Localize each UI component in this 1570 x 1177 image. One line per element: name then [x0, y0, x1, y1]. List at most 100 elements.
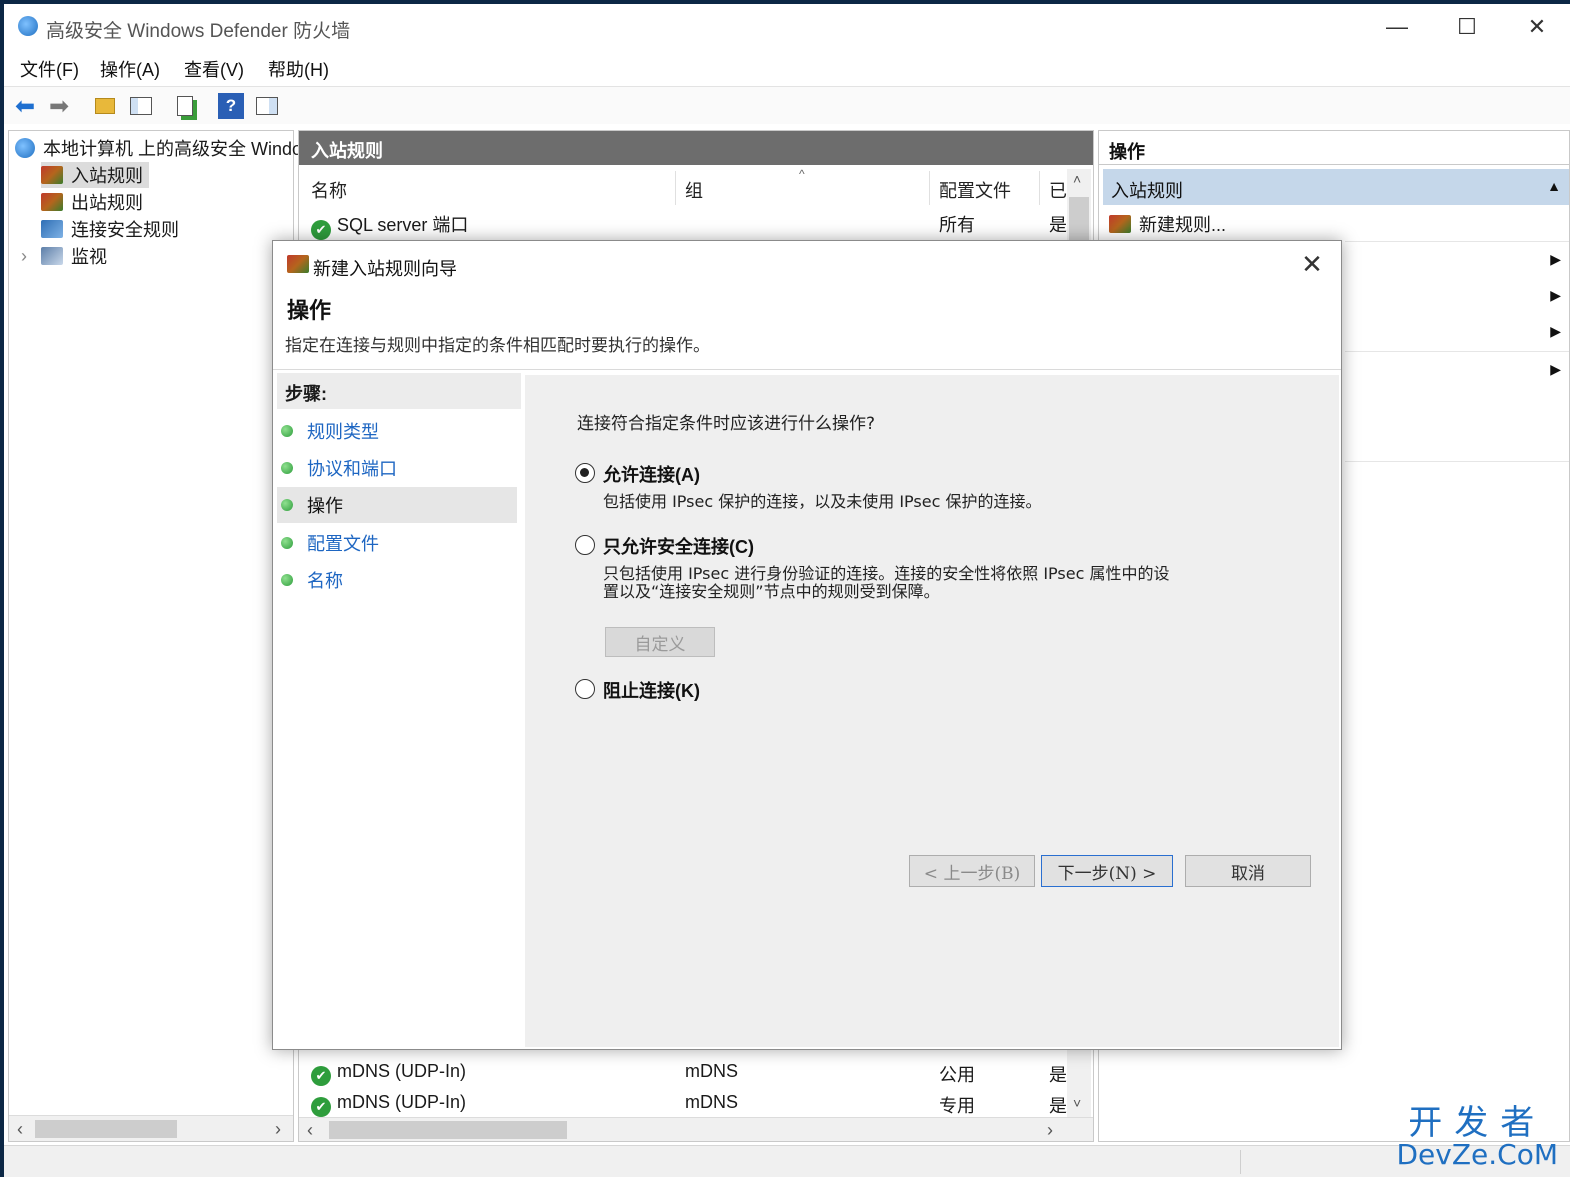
connection-security-icon [41, 220, 63, 238]
customize-button[interactable]: 自定义 [605, 627, 715, 657]
tree-item-label: 入站规则 [71, 166, 143, 186]
export-list-icon[interactable] [172, 93, 198, 119]
actions-section-inbound[interactable]: 入站规则 ▲ [1103, 169, 1569, 205]
new-rule-icon [1109, 215, 1131, 233]
menu-file[interactable]: 文件(F) [20, 56, 79, 82]
show-hide-tree-icon[interactable] [128, 93, 154, 119]
help-icon[interactable]: ? [218, 93, 244, 119]
menu-help[interactable]: 帮助(H) [268, 56, 329, 82]
cancel-button[interactable]: 取消 [1185, 855, 1311, 887]
step-action[interactable]: 操作 [277, 487, 517, 523]
back-button[interactable]: < 上一步(B) [909, 855, 1035, 887]
toolbar: ⬅ ➡ ? [4, 86, 1570, 124]
column-header-profile[interactable]: 配置文件 [939, 177, 1011, 203]
step-label: 操作 [307, 496, 343, 516]
wizard-icon [287, 255, 309, 273]
step-label: 协议和端口 [307, 459, 397, 479]
status-bar [4, 1145, 1570, 1177]
block-connection-radio[interactable] [575, 679, 595, 699]
firewall-app-icon [18, 16, 38, 36]
up-folder-icon[interactable] [92, 93, 118, 119]
allow-connection-desc: 包括使用 IPsec 保护的连接，以及未使用 IPsec 保护的连接。 [603, 492, 1042, 511]
window-title: 高级安全 Windows Defender 防火墙 [46, 21, 351, 42]
submenu-arrow-icon[interactable]: ▶ [1550, 361, 1561, 378]
column-divider[interactable] [675, 171, 676, 205]
step-label: 规则类型 [307, 422, 379, 442]
menu-view[interactable]: 查看(V) [184, 56, 244, 82]
step-bullet-icon [281, 537, 293, 549]
submenu-arrow-icon[interactable]: ▶ [1550, 287, 1561, 304]
block-connection-label[interactable]: 阻止连接(K) [603, 677, 700, 703]
new-rule-action[interactable]: 新建规则... [1109, 211, 1226, 237]
back-arrow-icon[interactable]: ⬅ [12, 93, 38, 120]
tree-item-outbound-rules[interactable]: 出站规则 [41, 189, 143, 215]
submenu-arrow-icon[interactable]: ▶ [1550, 323, 1561, 340]
allow-secure-connection-label[interactable]: 只允许安全连接(C) [603, 533, 754, 559]
watermark-line2: DevZe.CoM [1396, 1138, 1558, 1171]
allow-secure-connection-desc: 置以及“连接安全规则”节点中的规则受到保障。 [603, 582, 940, 601]
scroll-thumb[interactable] [35, 1120, 177, 1138]
rule-name: mDNS (UDP-In) [337, 1061, 466, 1081]
dialog-description: 指定在连接与规则中指定的条件相匹配时要执行的操作。 [285, 336, 710, 356]
divider [273, 369, 1341, 370]
allow-secure-connection-radio[interactable] [575, 535, 595, 555]
scroll-up-icon[interactable]: ˄ [1073, 171, 1081, 187]
close-button[interactable]: ✕ [1502, 4, 1570, 50]
step-bullet-icon [281, 499, 293, 511]
rule-enabled: 是 [1049, 1096, 1067, 1116]
rule-group: mDNS [685, 1061, 738, 1081]
scroll-right-icon[interactable]: › [275, 1119, 281, 1140]
tree-item-connection-security-rules[interactable]: 连接安全规则 [41, 216, 179, 242]
action-question: 连接符合指定条件时应该进行什么操作? [577, 414, 876, 434]
tree-item-label: 监视 [71, 247, 107, 267]
submenu-arrow-icon[interactable]: ▶ [1550, 251, 1561, 268]
tree-item-label: 出站规则 [71, 193, 143, 213]
steps-title: 步骤: [277, 373, 521, 409]
step-rule-type[interactable]: 规则类型 [277, 413, 517, 449]
tree-horizontal-scrollbar[interactable]: ‹ › [9, 1115, 293, 1141]
table-row[interactable]: ✔ SQL server 端口 [311, 211, 468, 240]
rule-name: SQL server 端口 [337, 215, 469, 235]
rules-horizontal-scrollbar[interactable]: ‹ › [299, 1117, 1093, 1141]
forward-arrow-icon[interactable]: ➡ [46, 93, 72, 120]
column-header-name[interactable]: 名称 [311, 177, 347, 203]
step-profile[interactable]: 配置文件 [277, 525, 517, 561]
menu-action[interactable]: 操作(A) [100, 56, 160, 82]
scroll-thumb[interactable] [329, 1121, 567, 1139]
inbound-rules-icon [41, 166, 63, 184]
enabled-check-icon: ✔ [311, 220, 331, 240]
enabled-check-icon: ✔ [311, 1066, 331, 1086]
show-hide-action-pane-icon[interactable] [254, 93, 280, 119]
step-protocol-ports[interactable]: 协议和端口 [277, 450, 517, 486]
divider [1345, 351, 1569, 352]
tree-item-monitoring[interactable]: › 监视 [21, 243, 107, 269]
column-header-enabled[interactable]: 已 [1049, 177, 1067, 203]
maximize-button[interactable]: ☐ [1432, 4, 1502, 50]
title-bar: 高级安全 Windows Defender 防火墙 — ☐ ✕ [4, 4, 1570, 50]
scroll-right-icon[interactable]: › [1047, 1120, 1053, 1141]
tree-item-label: 连接安全规则 [71, 220, 179, 240]
column-divider[interactable] [1039, 171, 1040, 205]
dialog-close-icon[interactable]: ✕ [1297, 249, 1327, 279]
collapse-triangle-icon[interactable]: ▲ [1547, 178, 1561, 194]
step-name[interactable]: 名称 [277, 562, 517, 598]
minimize-button[interactable]: — [1362, 4, 1432, 50]
actions-section-label: 入站规则 [1111, 181, 1183, 201]
allow-connection-label[interactable]: 允许连接(A) [603, 461, 700, 487]
column-divider[interactable] [929, 171, 930, 205]
table-row[interactable]: ✔ mDNS (UDP-In) [311, 1061, 466, 1086]
scroll-down-icon[interactable]: ˅ [1073, 1095, 1081, 1111]
scroll-left-icon[interactable]: ‹ [17, 1119, 23, 1140]
step-label: 名称 [307, 571, 343, 591]
expand-chevron-icon[interactable]: › [21, 246, 41, 267]
allow-connection-radio[interactable] [575, 463, 595, 483]
rule-enabled: 是 [1049, 1065, 1067, 1085]
menu-bar: 文件(F) 操作(A) 查看(V) 帮助(H) [4, 54, 1570, 84]
next-button[interactable]: 下一步(N) > [1041, 855, 1173, 887]
step-bullet-icon [281, 425, 293, 437]
status-divider [1240, 1150, 1241, 1174]
column-header-group[interactable]: 组 [685, 177, 703, 203]
scroll-left-icon[interactable]: ‹ [307, 1120, 313, 1141]
table-row[interactable]: ✔ mDNS (UDP-In) [311, 1092, 466, 1117]
tree-item-inbound-rules[interactable]: 入站规则 [41, 162, 149, 188]
